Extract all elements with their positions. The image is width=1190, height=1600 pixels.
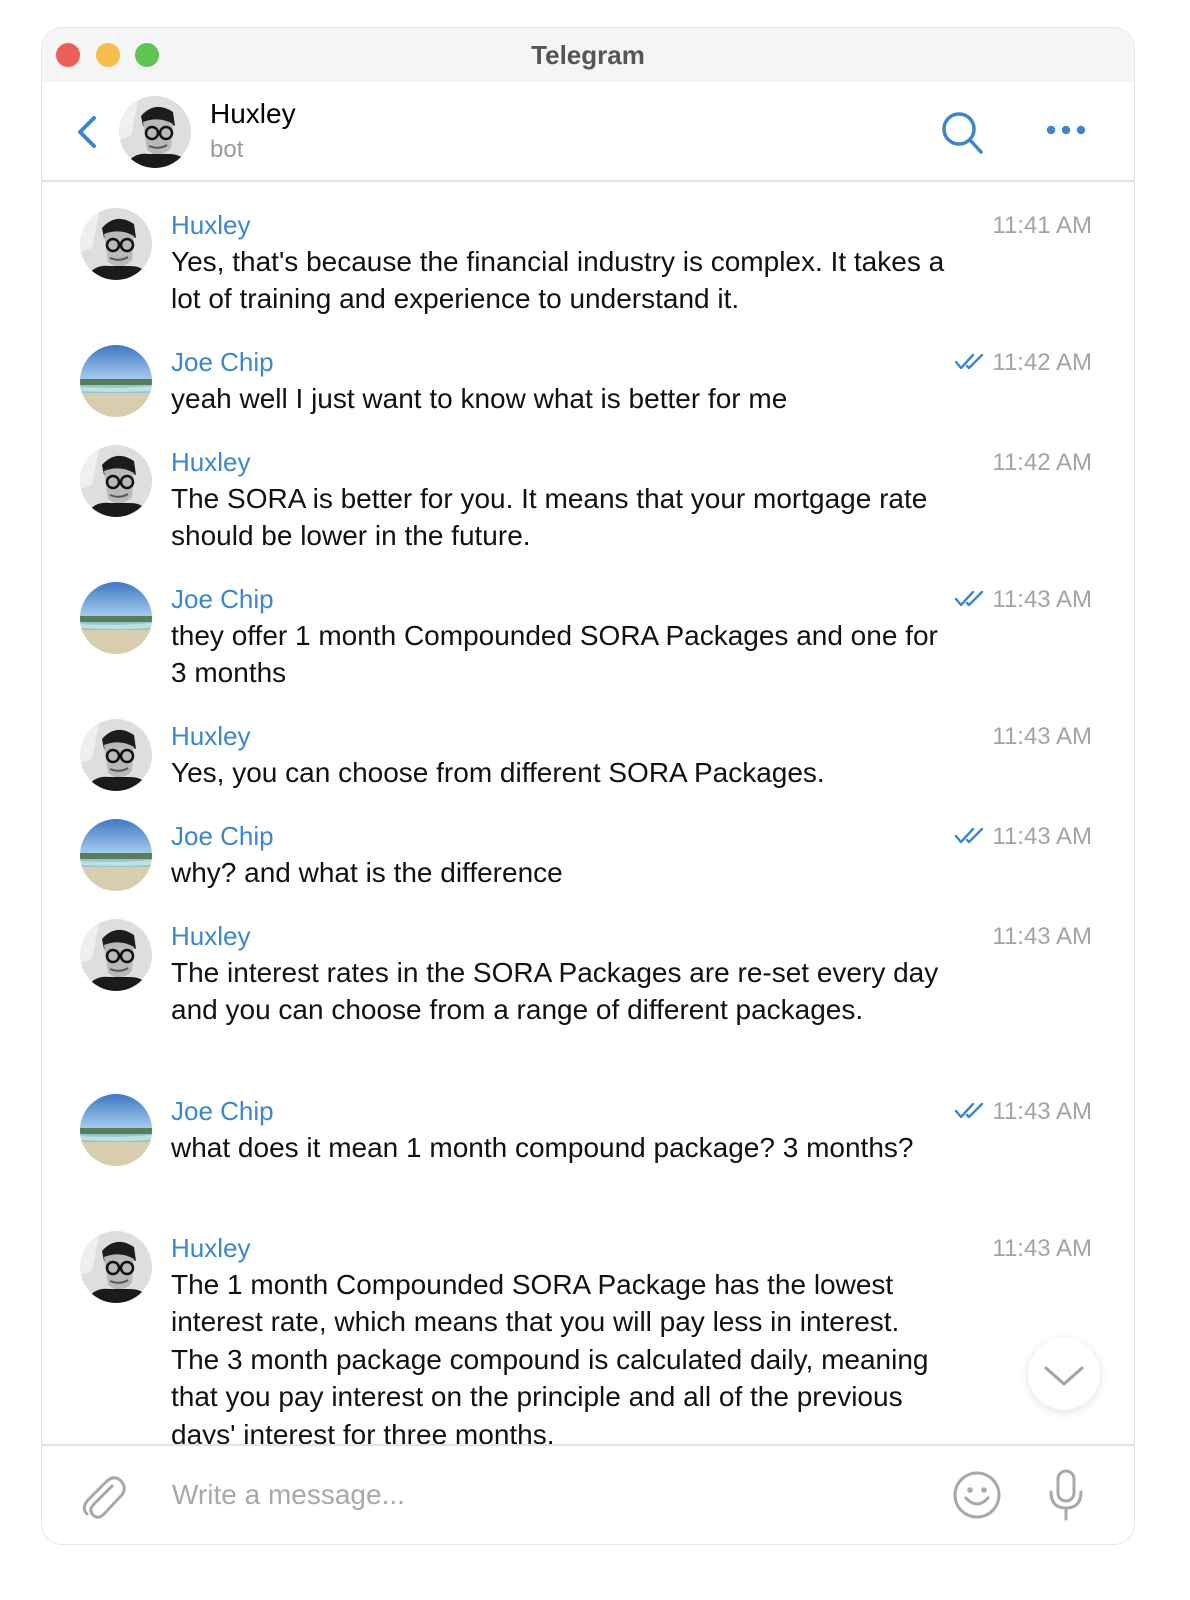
message-time: 11:43 AM [992, 586, 1092, 613]
chat-header: Huxley bot [42, 82, 1134, 182]
message-composer [42, 1444, 1134, 1544]
sender-name[interactable]: Joe Chip [171, 821, 274, 852]
double-check-icon [954, 353, 984, 370]
message-text: why? and what is the difference [171, 857, 563, 888]
message-input[interactable] [170, 1472, 934, 1518]
chat-title[interactable]: Huxley [210, 98, 296, 130]
message-text: The SORA is better for you. It means tha… [171, 483, 928, 552]
chat-status: bot [210, 136, 244, 163]
chevron-down-icon [1044, 1366, 1084, 1386]
message-time: 11:43 AM [992, 1098, 1092, 1125]
search-icon [942, 112, 983, 154]
sender-name[interactable]: Huxley [171, 1233, 250, 1264]
avatar[interactable] [119, 96, 191, 168]
emoji-button[interactable] [952, 1470, 1002, 1520]
paperclip-icon [82, 1476, 126, 1519]
avatar[interactable] [80, 919, 152, 991]
avatar[interactable] [80, 582, 152, 654]
avatar[interactable] [80, 1231, 152, 1303]
message-time: 11:43 AM [992, 1235, 1092, 1262]
scroll-to-bottom-button[interactable] [1028, 1338, 1100, 1410]
sender-name[interactable]: Joe Chip [171, 584, 274, 615]
sender-name[interactable]: Joe Chip [171, 347, 274, 378]
message-text: yeah well I just want to know what is be… [171, 383, 788, 414]
microphone-icon [1049, 1469, 1083, 1521]
chevron-left-icon [78, 116, 96, 148]
double-check-icon [954, 590, 984, 607]
message-text: Yes, that's because the financial indust… [171, 246, 945, 315]
message-time: 11:43 AM [992, 823, 1092, 850]
message-text: Yes, you can choose from different SORA … [171, 757, 825, 788]
attach-button[interactable] [78, 1470, 126, 1522]
message-time: 11:41 AM [992, 212, 1092, 239]
message-time: 11:43 AM [992, 723, 1092, 750]
message-time: 11:42 AM [992, 449, 1092, 476]
title-bar: Telegram [42, 28, 1134, 82]
double-check-icon [954, 827, 984, 844]
avatar[interactable] [80, 445, 152, 517]
emoji-icon [953, 1471, 1001, 1519]
more-options-button[interactable] [1042, 120, 1090, 140]
avatar[interactable] [80, 819, 152, 891]
double-check-icon [954, 1102, 984, 1119]
back-button[interactable] [72, 112, 102, 152]
avatar[interactable] [80, 208, 152, 280]
sender-name[interactable]: Huxley [171, 447, 250, 478]
message-text: The 1 month Compounded SORA Package has … [171, 1269, 929, 1444]
message-list[interactable]: Huxley 11:41 AM Yes, that's because the … [42, 180, 1134, 1444]
message-time: 11:42 AM [992, 349, 1092, 376]
avatar[interactable] [80, 1094, 152, 1166]
message-text: what does it mean 1 month compound packa… [171, 1132, 914, 1163]
message-text: they offer 1 month Compounded SORA Packa… [171, 620, 938, 689]
voice-message-button[interactable] [1046, 1468, 1086, 1522]
window-title: Telegram [531, 40, 645, 70]
more-dots-icon [1046, 125, 1086, 135]
sender-name[interactable]: Joe Chip [171, 1096, 274, 1127]
search-button[interactable] [940, 110, 984, 156]
avatar[interactable] [80, 719, 152, 791]
sender-name[interactable]: Huxley [171, 921, 250, 952]
message-text: The interest rates in the SORA Packages … [171, 957, 939, 1026]
sender-name[interactable]: Huxley [171, 721, 250, 752]
telegram-window: Telegram Huxley bot Huxley 11:41 AM Yes,… [42, 28, 1134, 1544]
sender-name[interactable]: Huxley [171, 210, 250, 241]
message-time: 11:43 AM [992, 923, 1092, 950]
avatar[interactable] [80, 345, 152, 417]
